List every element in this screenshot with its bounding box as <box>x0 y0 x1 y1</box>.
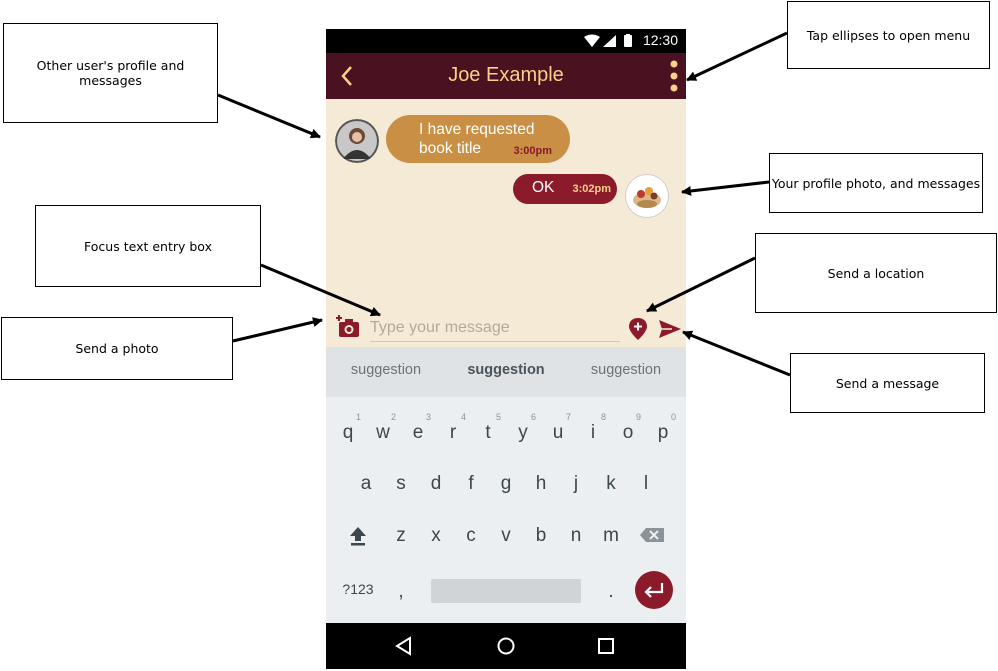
enter-icon <box>644 583 664 598</box>
app-bar: Joe Example <box>326 53 686 99</box>
message-list: I have requested book title 3:00pm OK 3:… <box>326 99 686 309</box>
message-input[interactable] <box>370 315 620 342</box>
outgoing-message-time: 3:02pm <box>572 183 611 195</box>
key-r[interactable]: 4r <box>436 412 470 452</box>
outgoing-message-text: OK <box>532 179 555 196</box>
key-a[interactable]: a <box>349 463 383 503</box>
key-period[interactable]: . <box>594 571 628 611</box>
suggestion-right[interactable]: suggestion <box>566 362 686 378</box>
key-d[interactable]: d <box>419 463 453 503</box>
key-m[interactable]: m <box>594 515 628 555</box>
soft-keyboard: suggestion suggestion suggestion 1q 2w 3… <box>326 347 686 624</box>
outgoing-message-bubble: OK 3:02pm <box>513 174 617 204</box>
overflow-menu-icon[interactable] <box>666 58 682 94</box>
key-b[interactable]: b <box>524 515 558 555</box>
incoming-message-time: 3:00pm <box>513 145 552 157</box>
key-e[interactable]: 3e <box>401 412 435 452</box>
arrow-your-profile <box>681 180 770 196</box>
suggestion-middle[interactable]: suggestion <box>446 362 566 378</box>
conversation-title: Joe Example <box>448 64 564 86</box>
key-v[interactable]: v <box>489 515 523 555</box>
key-o[interactable]: 9o <box>611 412 645 452</box>
add-photo-icon[interactable] <box>336 315 360 339</box>
key-t[interactable]: 5t <box>471 412 505 452</box>
nav-home-icon[interactable] <box>496 636 516 656</box>
send-icon[interactable] <box>658 319 682 339</box>
suggestion-left[interactable]: suggestion <box>326 362 446 378</box>
arrow-send-photo <box>232 317 323 343</box>
incoming-message-bubble: I have requested book title 3:00pm <box>386 115 570 163</box>
key-l[interactable]: l <box>629 463 663 503</box>
callout-send-photo: Send a photo <box>1 317 233 380</box>
callout-focus-text: Focus text entry box <box>35 205 261 287</box>
nav-recents-icon[interactable] <box>596 636 616 656</box>
key-c[interactable]: c <box>454 515 488 555</box>
key-i[interactable]: 8i <box>576 412 610 452</box>
spacebar[interactable] <box>431 579 581 603</box>
backspace-key[interactable] <box>636 515 670 555</box>
key-k[interactable]: k <box>594 463 628 503</box>
callout-other-user: Other user's profile and messages <box>3 23 218 123</box>
arrow-menu <box>686 31 788 82</box>
key-g[interactable]: g <box>489 463 523 503</box>
key-p[interactable]: 0p <box>646 412 680 452</box>
key-z[interactable]: z <box>384 515 418 555</box>
status-bar: 12:30 <box>326 29 686 53</box>
navigation-bar <box>326 623 686 669</box>
other-user-avatar[interactable] <box>335 119 379 163</box>
suggestion-strip: suggestion suggestion suggestion <box>326 347 686 397</box>
key-w[interactable]: 2w <box>366 412 400 452</box>
status-icons <box>584 34 632 47</box>
callout-send-message: Send a message <box>790 353 985 413</box>
key-h[interactable]: h <box>524 463 558 503</box>
enter-key[interactable] <box>635 571 673 609</box>
key-y[interactable]: 6y <box>506 412 540 452</box>
add-location-icon[interactable] <box>628 317 648 341</box>
callout-your-profile: Your profile photo, and messages <box>769 153 983 213</box>
composer-bar <box>326 309 686 349</box>
backspace-icon <box>640 528 664 542</box>
key-x[interactable]: x <box>419 515 453 555</box>
key-n[interactable]: n <box>559 515 593 555</box>
key-f[interactable]: f <box>454 463 488 503</box>
phone-screen: 12:30 Joe Example I have requested book … <box>326 29 686 669</box>
key-comma[interactable]: , <box>384 571 418 611</box>
symbols-key[interactable]: ?123 <box>338 571 378 611</box>
status-time: 12:30 <box>642 32 678 48</box>
shift-key[interactable] <box>341 515 375 555</box>
arrow-send-message <box>682 330 791 377</box>
key-s[interactable]: s <box>384 463 418 503</box>
key-q[interactable]: 1q <box>331 412 365 452</box>
key-j[interactable]: j <box>559 463 593 503</box>
shift-icon <box>350 527 366 546</box>
nav-back-icon[interactable] <box>394 636 414 656</box>
your-avatar[interactable] <box>625 174 669 218</box>
key-u[interactable]: 7u <box>541 412 575 452</box>
callout-send-location: Send a location <box>755 233 997 313</box>
arrow-other-user <box>217 93 321 139</box>
callout-menu: Tap ellipses to open menu <box>787 1 990 69</box>
